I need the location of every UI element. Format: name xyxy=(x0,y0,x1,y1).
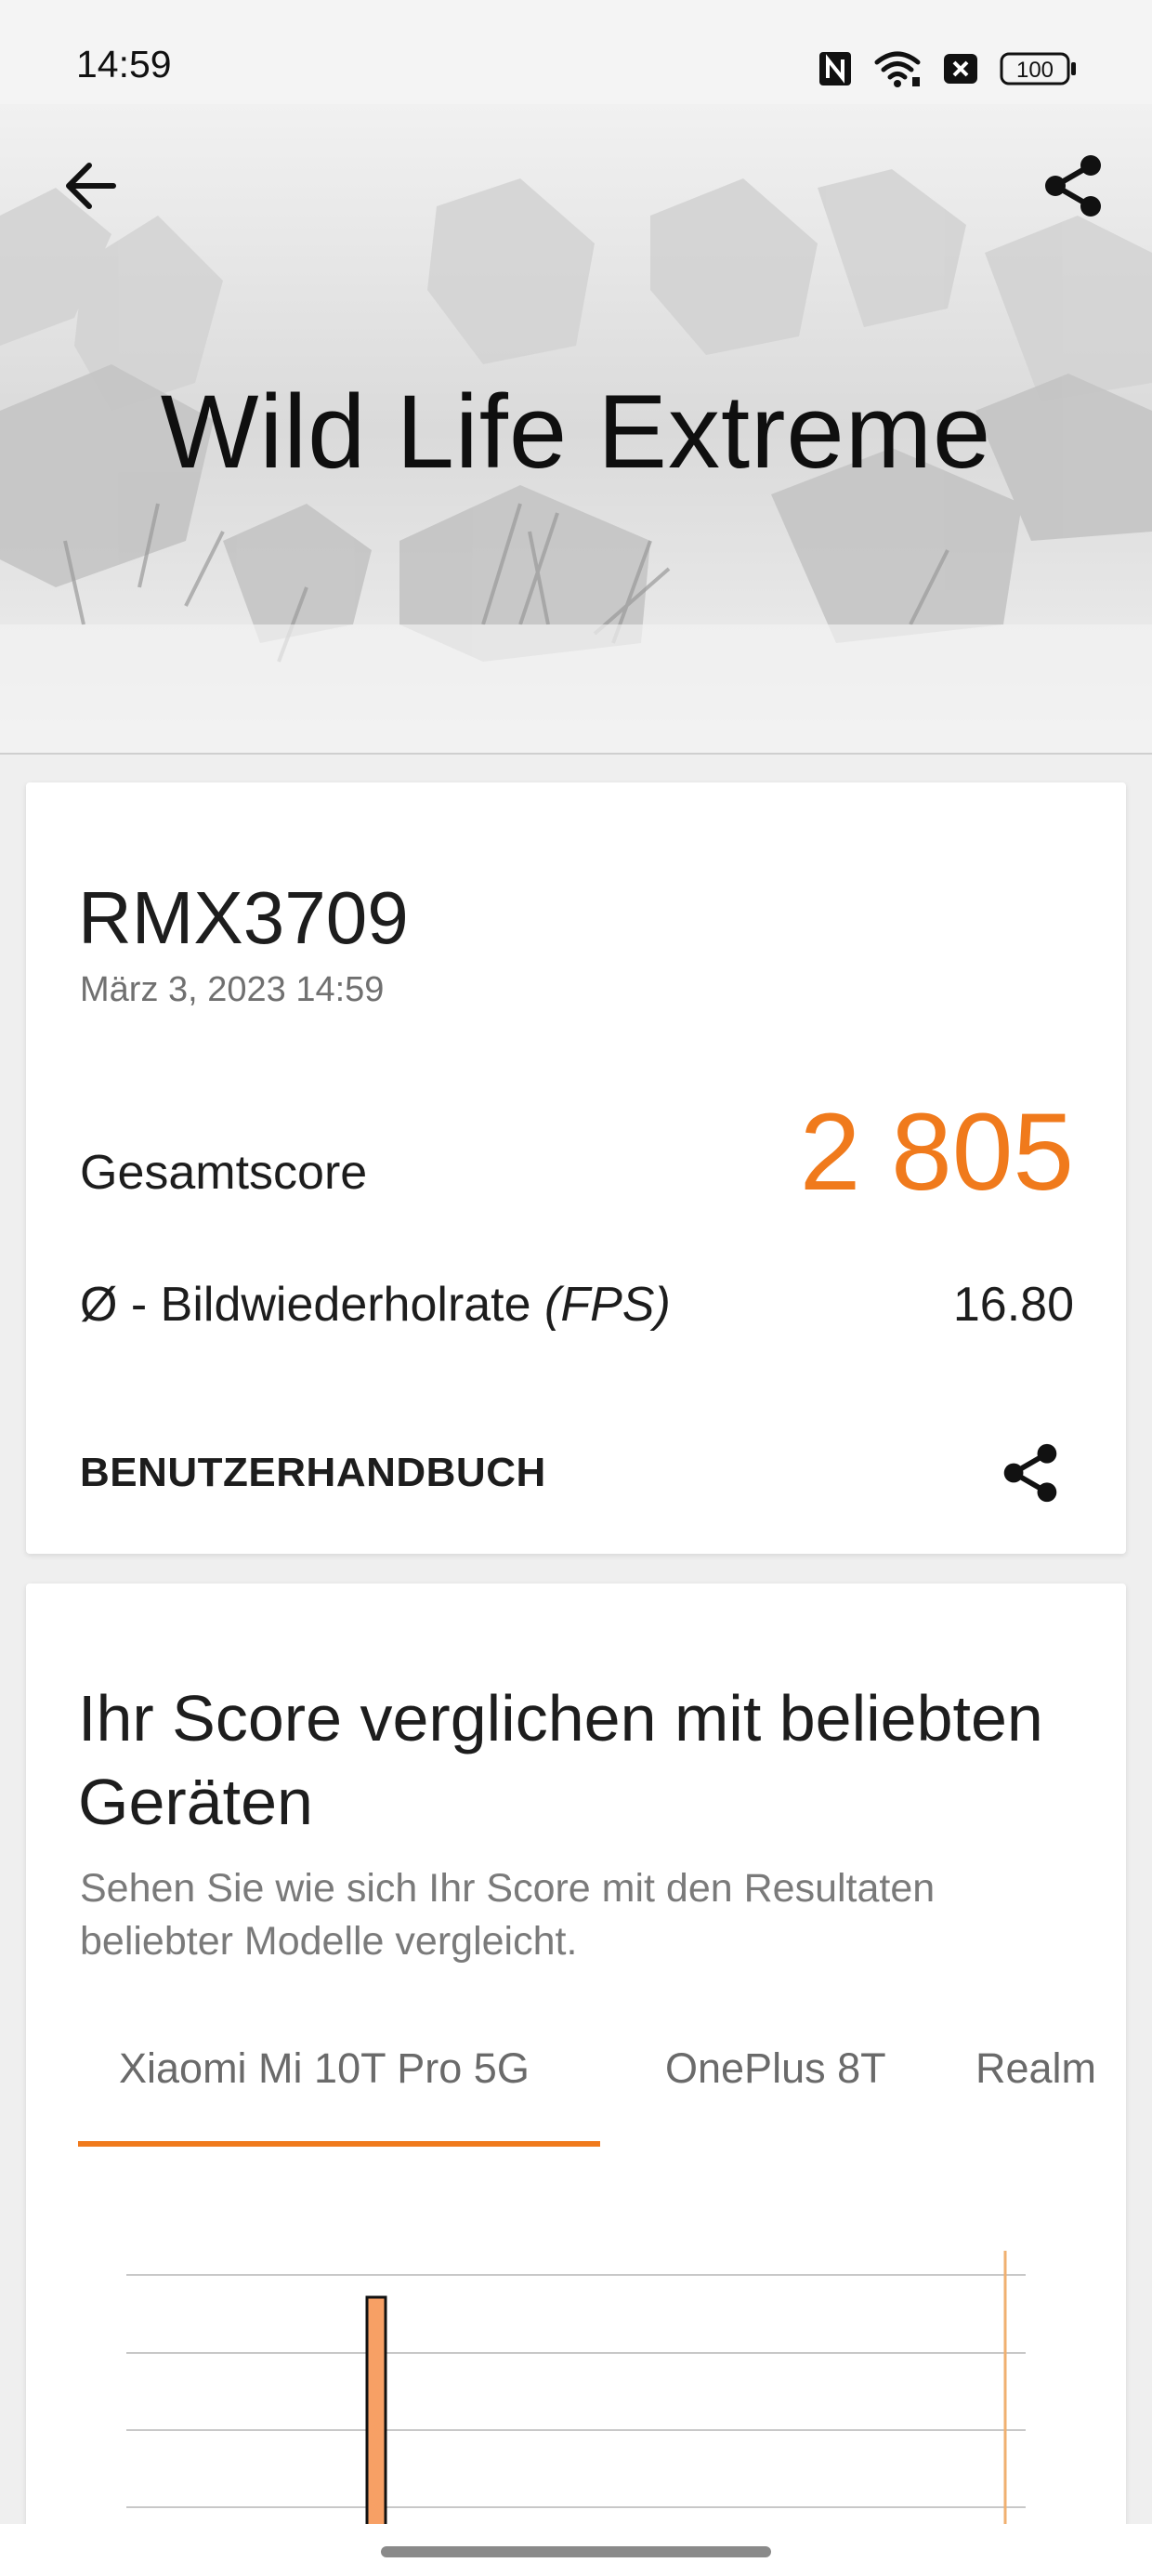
device-name: RMX3709 xyxy=(78,876,409,959)
user-manual-button[interactable]: BENUTZERHANDBUCH xyxy=(80,1450,546,1496)
average-fps-value: 16.80 xyxy=(952,1278,1074,1332)
nfc-icon xyxy=(818,50,853,87)
tab-realme[interactable]: Realm xyxy=(975,2044,1096,2119)
score-marker-bar xyxy=(365,2295,387,2541)
overall-score-label: Gesamtscore xyxy=(80,1146,368,1200)
status-icons: 100 xyxy=(818,46,1078,91)
selected-tab-indicator xyxy=(78,2141,600,2147)
sim-off-icon xyxy=(942,52,979,85)
home-gesture-bar[interactable] xyxy=(381,2546,771,2557)
comparison-subtitle: Sehen Sie wie sich Ihr Score mit den Res… xyxy=(80,1866,936,1964)
status-time: 14:59 xyxy=(76,43,172,85)
share-button-header[interactable] xyxy=(1031,144,1115,228)
test-date: März 3, 2023 14:59 xyxy=(80,970,385,1009)
header-divider xyxy=(0,753,1152,755)
overall-score-value: 2 805 xyxy=(799,1091,1074,1214)
battery-level: 100 xyxy=(1016,58,1054,83)
benchmark-title: Wild Life Extreme xyxy=(160,374,992,490)
battery-icon: 100 xyxy=(1000,51,1078,86)
comparison-title: Ihr Score verglichen mit beliebten Gerät… xyxy=(78,1682,1043,1838)
arrow-left-icon xyxy=(66,163,116,209)
comparison-card: Ihr Score verglichen mit beliebten Gerät… xyxy=(26,1584,1126,2576)
share-icon xyxy=(1003,1443,1057,1503)
tab-xiaomi-mi-10t-pro-5g[interactable]: Xiaomi Mi 10T Pro 5G xyxy=(119,2044,530,2119)
navigation-gesture-area xyxy=(0,2524,1152,2576)
back-button[interactable] xyxy=(54,149,128,223)
average-fps-label-text: Ø - Bildwiederholrate xyxy=(80,1278,544,1332)
result-card: RMX3709 März 3, 2023 14:59 Gesamtscore 2… xyxy=(26,782,1126,1554)
device-tabs: Xiaomi Mi 10T Pro 5G OnePlus 8T Realm xyxy=(78,2044,1100,2119)
wifi-icon xyxy=(873,49,922,88)
average-fps-label: Ø - Bildwiederholrate (FPS) xyxy=(80,1277,671,1333)
share-result-button[interactable] xyxy=(990,1433,1070,1513)
share-icon xyxy=(1045,155,1101,217)
hero-banner: Wild Life Extreme xyxy=(0,104,1152,755)
fps-unit: (FPS) xyxy=(544,1278,671,1332)
status-bar: 14:59 100 xyxy=(0,0,1152,104)
tab-oneplus-8t[interactable]: OnePlus 8T xyxy=(665,2044,886,2119)
